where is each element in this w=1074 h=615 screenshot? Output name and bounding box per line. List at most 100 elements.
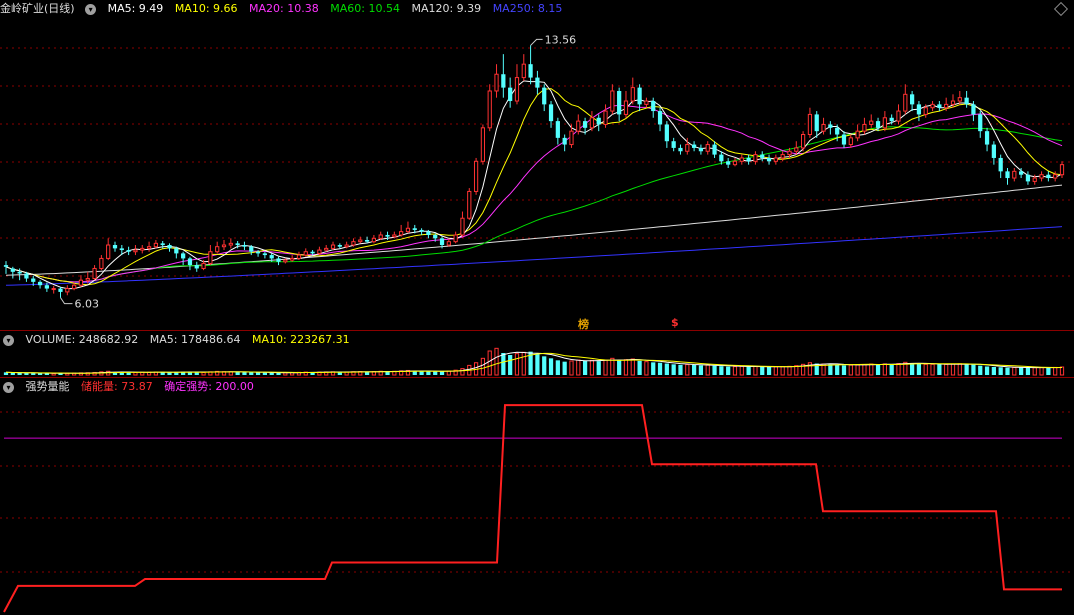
- candle-body: [276, 258, 281, 262]
- high-marker-arrow: [530, 38, 543, 46]
- candle-body: [405, 227, 411, 233]
- candle-body: [916, 104, 922, 115]
- candle: [78, 275, 84, 287]
- candle-body: [930, 103, 935, 109]
- volume-bar: [1025, 367, 1031, 375]
- volume-settings-icon[interactable]: ▾: [3, 334, 14, 346]
- candle: [330, 241, 336, 251]
- settings-icon[interactable]: ▾: [85, 3, 97, 15]
- candle-body: [337, 245, 342, 247]
- candle-body: [528, 64, 533, 78]
- candle-body: [964, 97, 969, 105]
- candle-body: [841, 134, 847, 145]
- candle-body: [167, 245, 172, 249]
- badge-list[interactable]: 榜: [578, 316, 589, 330]
- candle: [112, 241, 118, 252]
- candle-body: [255, 251, 261, 254]
- ma5-line: [5, 80, 1063, 290]
- candle-body: [146, 246, 152, 249]
- indicator-header: ▾ 强势量能 储能量: 73.87 确定强势: 200.00: [0, 378, 262, 396]
- candle: [753, 151, 758, 165]
- volume-bar: [950, 363, 956, 376]
- candle: [930, 101, 935, 112]
- candle-body: [1046, 174, 1051, 179]
- candle-body: [664, 124, 669, 142]
- candle: [1005, 168, 1010, 185]
- indicator-panel[interactable]: ▾ 强势量能 储能量: 73.87 确定强势: 200.00: [0, 378, 1074, 615]
- candle: [991, 141, 996, 165]
- candle-body: [44, 285, 49, 289]
- low-marker-arrow: [60, 297, 73, 305]
- volume-bar: [1039, 367, 1044, 376]
- candle-body: [950, 100, 956, 105]
- candle: [589, 111, 595, 132]
- candle-body: [746, 157, 751, 162]
- volume-bar: [249, 372, 254, 375]
- candle-body: [521, 63, 526, 79]
- candle: [303, 248, 308, 257]
- candle-body: [3, 265, 9, 267]
- candle: [337, 243, 342, 249]
- candlestick-chart[interactable]: 13.56 6.03: [0, 0, 1074, 330]
- candle: [794, 141, 799, 155]
- candle-body: [419, 229, 424, 232]
- volume-bar: [1032, 367, 1037, 376]
- indicator-chart[interactable]: [0, 378, 1074, 615]
- candle-body: [371, 237, 377, 243]
- volume-bar: [194, 372, 199, 375]
- candle: [242, 241, 247, 251]
- indicator-title: 强势量能: [25, 380, 70, 393]
- candle-body: [555, 121, 560, 138]
- candle: [167, 243, 172, 252]
- candle-body: [242, 245, 247, 247]
- volume-bar: [439, 371, 445, 375]
- price-chart-panel[interactable]: 13.56 6.03 金岭矿业(日线) ▾ MA5: 9.49 MA10: 9.6…: [0, 0, 1074, 330]
- ma120-line: [5, 184, 1063, 276]
- candle-body: [535, 77, 540, 88]
- volume-bar: [841, 365, 847, 375]
- candle-body: [800, 134, 806, 149]
- candle-body: [807, 113, 813, 136]
- candle: [957, 90, 962, 105]
- candle-body: [344, 244, 349, 248]
- indicator-settings-icon[interactable]: ▾: [3, 381, 14, 393]
- candle: [276, 256, 281, 266]
- candle: [208, 245, 213, 266]
- candle-body: [112, 245, 118, 249]
- candle-body: [923, 107, 928, 115]
- volume-bar: [269, 372, 274, 375]
- volume-bar: [971, 364, 976, 375]
- candle-body: [869, 120, 874, 125]
- candle-body: [1053, 174, 1058, 179]
- candle: [351, 238, 356, 247]
- candle-body: [133, 249, 138, 253]
- badge-dollar[interactable]: $: [671, 316, 679, 329]
- candle-body: [998, 157, 1003, 172]
- volume-bar: [555, 360, 560, 375]
- candle: [603, 104, 608, 128]
- candle-body: [814, 114, 819, 132]
- candle-body: [412, 228, 417, 230]
- candle: [691, 141, 697, 152]
- candle-body: [719, 154, 724, 162]
- volume-bar: [651, 362, 656, 375]
- volume-bar: [426, 371, 431, 375]
- volume-bar: [705, 364, 710, 376]
- ma5-value: MA5: 9.49: [107, 2, 164, 15]
- candle-body: [671, 141, 676, 148]
- candle: [807, 107, 813, 138]
- candle: [896, 104, 901, 125]
- candle-body: [1019, 171, 1024, 175]
- candle-body: [617, 90, 622, 115]
- volume-panel[interactable]: ▾ VOLUME: 248682.92 MA5: 178486.64 MA10:…: [0, 331, 1074, 377]
- candle: [221, 240, 227, 251]
- candle-body: [106, 244, 111, 259]
- candle: [92, 265, 97, 281]
- candle-body: [637, 87, 642, 105]
- candle: [862, 117, 867, 135]
- volume-bar: [637, 360, 642, 375]
- candle-body: [828, 124, 833, 128]
- candle-body: [589, 117, 595, 129]
- volume-bar: [664, 363, 669, 375]
- volume-bar: [766, 367, 772, 375]
